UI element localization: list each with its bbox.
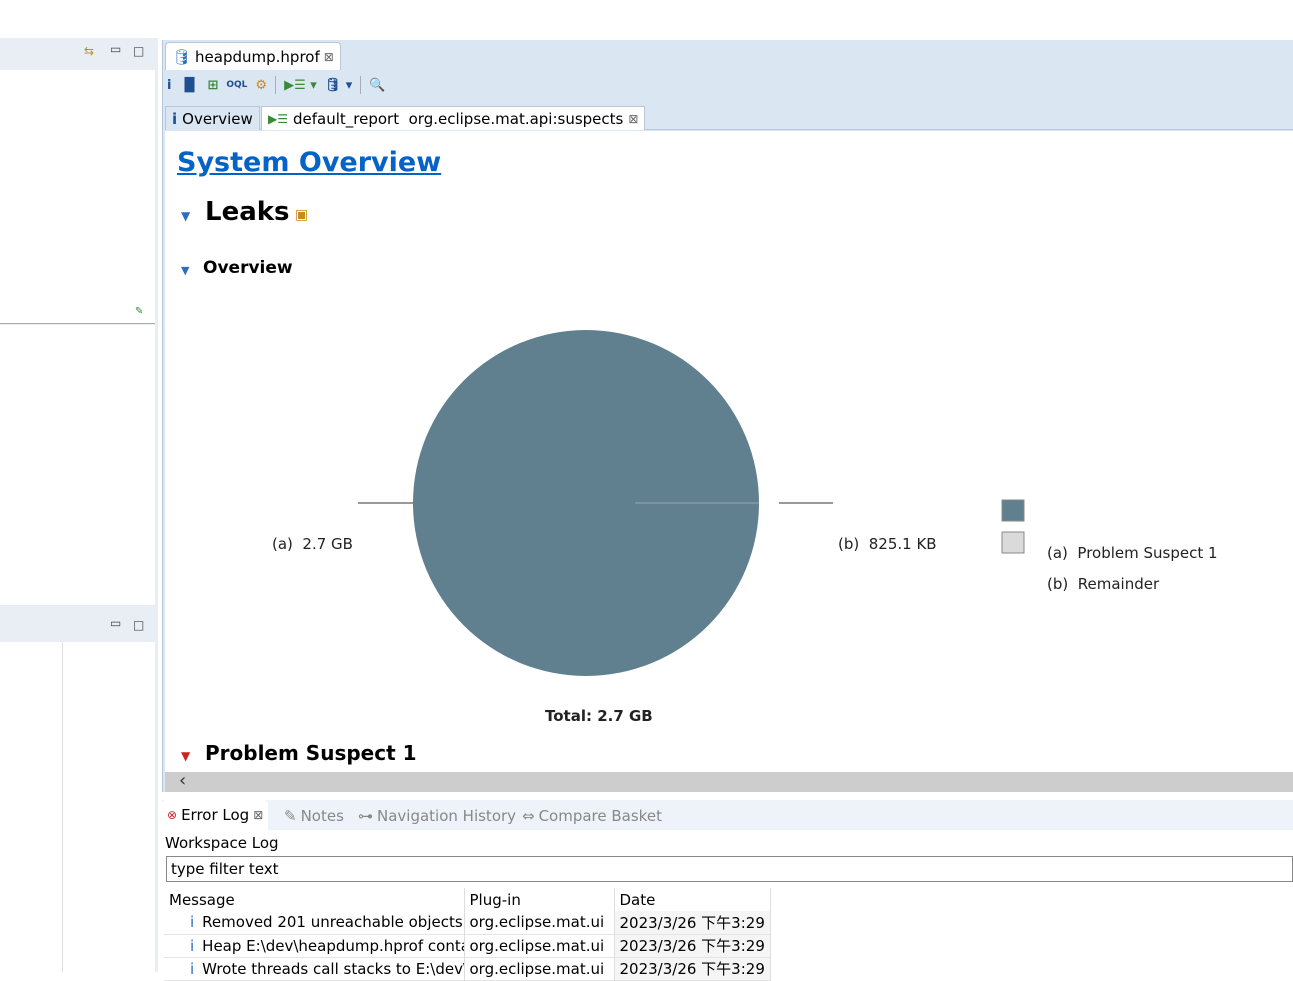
- left-panel-lower-content: [0, 642, 155, 972]
- tab-label: Error Log: [181, 806, 250, 824]
- error-log-icon: ⊗: [167, 808, 178, 822]
- dominator-tree-icon[interactable]: ⊞: [207, 78, 218, 93]
- tab-label: Notes: [300, 807, 344, 825]
- tab-label: Overview: [182, 109, 253, 128]
- info-icon: i: [172, 109, 178, 128]
- row-date: 2023/3/26 下午3:29: [614, 934, 771, 957]
- close-icon[interactable]: ⊠: [324, 50, 334, 64]
- left-panel-mid-content: [0, 325, 155, 605]
- left-panel-lower-header: ▭ □: [0, 612, 155, 642]
- tab-navigation-history[interactable]: ⊶ Navigation History: [358, 807, 516, 825]
- row-message: Heap E:\dev\heapdump.hprof contains: [202, 936, 464, 955]
- pin-icon[interactable]: ✎: [135, 306, 143, 317]
- log-table: Message Plug-in Date i Removed 201 unreac…: [164, 888, 771, 981]
- tab-label: Compare Basket: [538, 807, 662, 825]
- scroll-left-icon[interactable]: ‹: [179, 770, 186, 791]
- legend-label-b: (b) Remainder: [1047, 575, 1160, 593]
- info-icon[interactable]: i: [167, 78, 171, 93]
- chart-total: Total: 2.7 GB: [545, 707, 653, 725]
- table-row[interactable]: i Removed 201 unreachable objects org.ecli…: [164, 911, 771, 934]
- horizontal-scrollbar[interactable]: ‹: [165, 770, 1293, 792]
- run-report-icon[interactable]: ▶☰ ▾: [284, 78, 317, 93]
- maximize-icon[interactable]: □: [133, 44, 144, 58]
- collapse-icon[interactable]: ▼: [181, 749, 190, 763]
- report-content: System Overview ▼ Leaks ▣ ▼ Overview (a)…: [165, 131, 1293, 772]
- left-panel: ⇆ ▭ □ ✎ ▭ □: [0, 38, 158, 972]
- slice-label-a: (a) 2.7 GB: [272, 535, 353, 553]
- search-icon[interactable]: 🔍: [369, 78, 385, 93]
- row-message: Removed 201 unreachable objects: [202, 913, 463, 932]
- editor-area: 🛢 heapdump.hprof ⊠ i ▐▌ ⊞ OQL ⚙ ▶☰ ▾ 🛢 ▾…: [162, 40, 1293, 792]
- histogram-icon[interactable]: ▐▌: [179, 78, 199, 93]
- maximize-icon[interactable]: □: [133, 618, 144, 632]
- tab-default-report[interactable]: ▶☰ default_report org.eclipse.mat.api:su…: [261, 106, 646, 130]
- bottom-panel: ⊗ Error Log ⊠ ✎ Notes ⊶ Navigation History…: [162, 800, 1293, 980]
- compare-icon: ⇔: [522, 807, 535, 825]
- sync-icon[interactable]: ⇆: [84, 44, 94, 58]
- problem-suspect-heading: Problem Suspect 1: [205, 741, 417, 765]
- left-panel-top-content: ✎: [0, 70, 155, 324]
- legend-label-a: (a) Problem Suspect 1: [1047, 544, 1218, 562]
- column-header-message[interactable]: Message: [164, 888, 465, 911]
- slice-label-b: (b) 825.1 KB: [838, 535, 937, 553]
- notes-icon: ✎: [284, 807, 297, 825]
- bottom-tabs: ⊗ Error Log ⊠ ✎ Notes ⊶ Navigation History…: [162, 800, 1293, 830]
- close-icon[interactable]: ⊠: [253, 808, 263, 822]
- minimize-icon[interactable]: ▭: [110, 42, 121, 56]
- close-icon[interactable]: ⊠: [628, 112, 638, 126]
- tab-label: Navigation History: [377, 807, 517, 825]
- tab-notes[interactable]: ✎ Notes: [284, 807, 344, 825]
- tab-label: default_report org.eclipse.mat.api:suspe…: [293, 109, 624, 128]
- row-plugin: org.eclipse.mat.ui: [464, 957, 615, 980]
- tab-error-log[interactable]: ⊗ Error Log ⊠: [162, 800, 269, 830]
- database-icon: 🛢: [172, 47, 192, 66]
- oql-icon[interactable]: OQL: [226, 80, 247, 90]
- report-tabs: i Overview ▶☰ default_report org.eclipse…: [165, 106, 1293, 130]
- table-row[interactable]: i Heap E:\dev\heapdump.hprof contains org.…: [164, 934, 771, 957]
- row-plugin: org.eclipse.mat.ui: [464, 934, 615, 957]
- tab-label: heapdump.hprof: [195, 47, 320, 66]
- filter-input[interactable]: type filter text: [166, 856, 1293, 882]
- info-icon: i: [190, 913, 195, 932]
- info-icon: i: [190, 936, 195, 955]
- table-row[interactable]: i Wrote threads call stacks to E:\dev\ org…: [164, 957, 771, 980]
- column-header-plugin[interactable]: Plug-in: [464, 888, 615, 911]
- report-icon: ▶☰: [268, 111, 288, 126]
- log-title: Workspace Log: [165, 834, 279, 852]
- column-header-date[interactable]: Date: [614, 888, 771, 911]
- info-icon: i: [190, 959, 195, 978]
- row-date: 2023/3/26 下午3:29: [614, 957, 771, 980]
- row-message: Wrote threads call stacks to E:\dev\: [202, 959, 464, 978]
- heap-dump-actions-icon[interactable]: 🛢 ▾: [325, 78, 353, 93]
- minimize-icon[interactable]: ▭: [110, 616, 121, 630]
- toolbar: i ▐▌ ⊞ OQL ⚙ ▶☰ ▾ 🛢 ▾ 🔍: [167, 72, 386, 98]
- tab-overview[interactable]: i Overview: [165, 106, 260, 130]
- pie-chart: [358, 330, 1025, 676]
- legend-swatch-b: [1001, 531, 1025, 554]
- row-date: 2023/3/26 下午3:29: [614, 911, 771, 934]
- history-icon: ⊶: [358, 807, 373, 825]
- left-panel-header: ⇆ ▭ □: [0, 38, 155, 70]
- row-plugin: org.eclipse.mat.ui: [464, 911, 615, 934]
- tab-heapdump[interactable]: 🛢 heapdump.hprof ⊠: [165, 42, 341, 70]
- settings-icon[interactable]: ⚙: [255, 78, 267, 93]
- legend-swatch-a: [1001, 499, 1025, 522]
- tab-compare-basket[interactable]: ⇔ Compare Basket: [522, 807, 662, 825]
